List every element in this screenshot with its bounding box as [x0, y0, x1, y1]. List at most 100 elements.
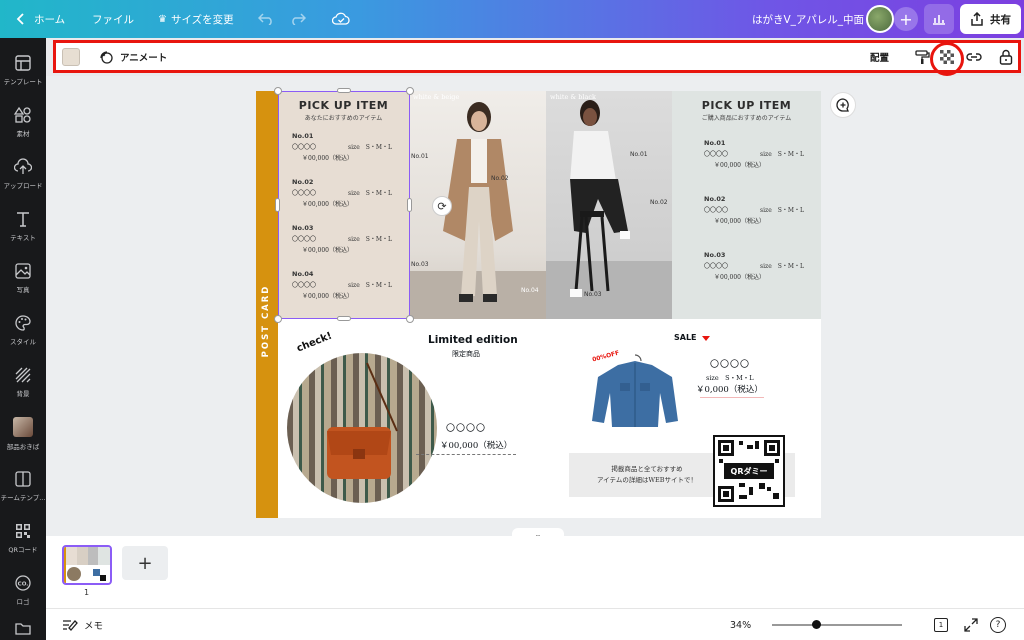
- document-title[interactable]: はがきV_アパレル_中面: [752, 0, 864, 38]
- sidebar-item-team-template[interactable]: チームテンプ...: [0, 460, 46, 512]
- sidebar-item-photo[interactable]: 写真: [0, 252, 46, 304]
- pickup-panel-left[interactable]: PICK UP ITEM あなたにおすすめのアイテム No.01 〇〇〇〇 siz…: [278, 91, 409, 319]
- sidebar-item-label: 素材: [16, 130, 30, 138]
- resize-handle[interactable]: [274, 87, 282, 95]
- resize-handle[interactable]: [275, 198, 280, 212]
- zoom-slider[interactable]: [772, 609, 902, 640]
- insights-button[interactable]: [924, 0, 954, 38]
- link-button[interactable]: [966, 43, 982, 70]
- cloud-save-button[interactable]: [332, 0, 350, 38]
- photo-item-label: No.03: [411, 261, 429, 268]
- highlight-circle: [930, 42, 964, 76]
- bag-photo[interactable]: [287, 353, 437, 503]
- resize-handle[interactable]: [406, 315, 414, 323]
- zoom-slider-knob[interactable]: [812, 620, 821, 629]
- resize-handle[interactable]: [337, 316, 351, 321]
- sidebar-item-label: テキスト: [10, 234, 36, 242]
- resize-handle[interactable]: [274, 315, 282, 323]
- postcard-design[interactable]: POST CARD PICK UP ITEM あなたにおすすめのアイテム No.…: [256, 91, 821, 518]
- file-menu[interactable]: ファイル: [92, 0, 134, 38]
- item-price: ￥00,000（税込）: [302, 247, 353, 254]
- animate-button[interactable]: アニメート: [98, 43, 167, 70]
- notes-icon: [63, 620, 78, 631]
- lock-button[interactable]: [999, 43, 1013, 70]
- help-button[interactable]: ?: [990, 609, 1006, 640]
- check-label: check!: [295, 330, 334, 355]
- copy-style-button[interactable]: [914, 43, 930, 70]
- redo-button[interactable]: [290, 0, 306, 38]
- photo-item-label: No.01: [411, 153, 429, 160]
- limited-title: Limited edition: [428, 334, 518, 346]
- zoom-percentage[interactable]: 34%: [730, 609, 751, 640]
- color-swatch-button[interactable]: [62, 43, 80, 70]
- position-button[interactable]: 配置: [870, 43, 889, 70]
- model-photo-black[interactable]: white & black No.01 No.02 No.03: [546, 91, 672, 319]
- pickup-item: No.03 〇〇〇〇 size S・M・L ￥00,000（税込）: [704, 250, 804, 283]
- parts-icon: [13, 417, 33, 437]
- share-button[interactable]: 共有: [960, 0, 1021, 38]
- redo-icon: [292, 13, 306, 25]
- pages-strip: 1 +: [46, 536, 1024, 608]
- sidebar-item-logo[interactable]: CO. ロゴ: [0, 564, 46, 616]
- resize-handle[interactable]: [407, 198, 412, 212]
- home-label: ホーム: [34, 13, 66, 26]
- invite-button[interactable]: +: [894, 0, 918, 38]
- item-name: 〇〇〇〇: [704, 151, 729, 158]
- model-photo-beige[interactable]: white & beige No.01 No.02 No.03 No.04: [409, 91, 546, 319]
- add-comment-button[interactable]: [830, 92, 856, 118]
- sidebar-item-text[interactable]: テキスト: [0, 200, 46, 252]
- item-name: 〇〇〇〇: [292, 236, 317, 243]
- collaborator-avatar[interactable]: [866, 0, 894, 38]
- page-thumbnail[interactable]: [62, 545, 112, 585]
- pickup-title: PICK UP ITEM: [701, 99, 792, 112]
- sidebar-item-template[interactable]: テンプレート: [0, 44, 46, 96]
- sidebar-item-upload[interactable]: アップロード: [0, 148, 46, 200]
- bottom-bar: メモ 34% 1 ?: [46, 608, 1024, 640]
- pickup-panel-right[interactable]: PICK UP ITEM ご購入商品におすすめのアイテム No.01 〇〇〇〇 s…: [672, 91, 821, 319]
- sidebar-item-label: アップロード: [3, 182, 43, 190]
- add-page-button[interactable]: +: [122, 546, 168, 580]
- post-card-label: POST CARD: [261, 284, 271, 358]
- notes-button[interactable]: メモ: [62, 609, 103, 640]
- sidebar-item-more[interactable]: [0, 616, 46, 640]
- sidebar-item-label: ロゴ: [16, 598, 30, 606]
- item-name: 〇〇〇〇: [704, 207, 729, 214]
- sidebar-item-parts[interactable]: 部品おきば: [0, 408, 46, 460]
- item-size: size S・M・L: [348, 282, 392, 289]
- model-figure-beige: [409, 102, 546, 319]
- item-size: size S・M・L: [760, 151, 804, 158]
- item-name: 〇〇〇〇: [704, 263, 729, 270]
- rotate-handle[interactable]: ⟳: [432, 196, 452, 216]
- item-size: size S・M・L: [348, 144, 392, 151]
- avatar: [866, 5, 894, 33]
- page-count-button[interactable]: 1: [934, 609, 948, 640]
- item-price: ￥00,000（税込）: [714, 218, 765, 225]
- jacket-photo[interactable]: [590, 353, 680, 433]
- sidebar-item-background[interactable]: 背景: [0, 356, 46, 408]
- bag-figure: [327, 362, 398, 479]
- resize-handle[interactable]: [406, 87, 414, 95]
- zoom-label: 34%: [730, 619, 752, 631]
- resize-button[interactable]: ♛ サイズを変更: [158, 0, 234, 38]
- sale-label: SALE: [674, 333, 697, 342]
- qr-dummy-label: QRダミー: [724, 463, 774, 479]
- top-bar: ホーム ファイル ♛ サイズを変更 はがきV_アパレル_中面 + 共有: [0, 0, 1024, 38]
- undo-button[interactable]: [258, 0, 274, 38]
- item-number: No.02: [292, 178, 314, 186]
- sidebar-item-label: 部品おきば: [6, 443, 40, 451]
- cloud-check-icon: [332, 12, 350, 25]
- qr-code[interactable]: QRダミー: [713, 435, 785, 507]
- item-name: 〇〇〇〇: [292, 282, 317, 289]
- sidebar-item-qr[interactable]: QRコード: [0, 512, 46, 564]
- sidebar-item-style[interactable]: スタイル: [0, 304, 46, 356]
- home-button[interactable]: ホーム: [16, 0, 65, 38]
- qr-icon: [16, 524, 30, 538]
- pickup-item: No.02 〇〇〇〇 size S・M・L ￥00,000（税込）: [292, 177, 392, 210]
- item-name: 〇〇〇〇: [292, 190, 317, 197]
- template-icon: [15, 55, 31, 71]
- document-title-label: はがきV_アパレル_中面: [752, 13, 864, 26]
- sidebar-item-elements[interactable]: 素材: [0, 96, 46, 148]
- fullscreen-button[interactable]: [964, 609, 978, 640]
- zoom-slider-track: [772, 620, 902, 629]
- resize-handle[interactable]: [337, 88, 351, 93]
